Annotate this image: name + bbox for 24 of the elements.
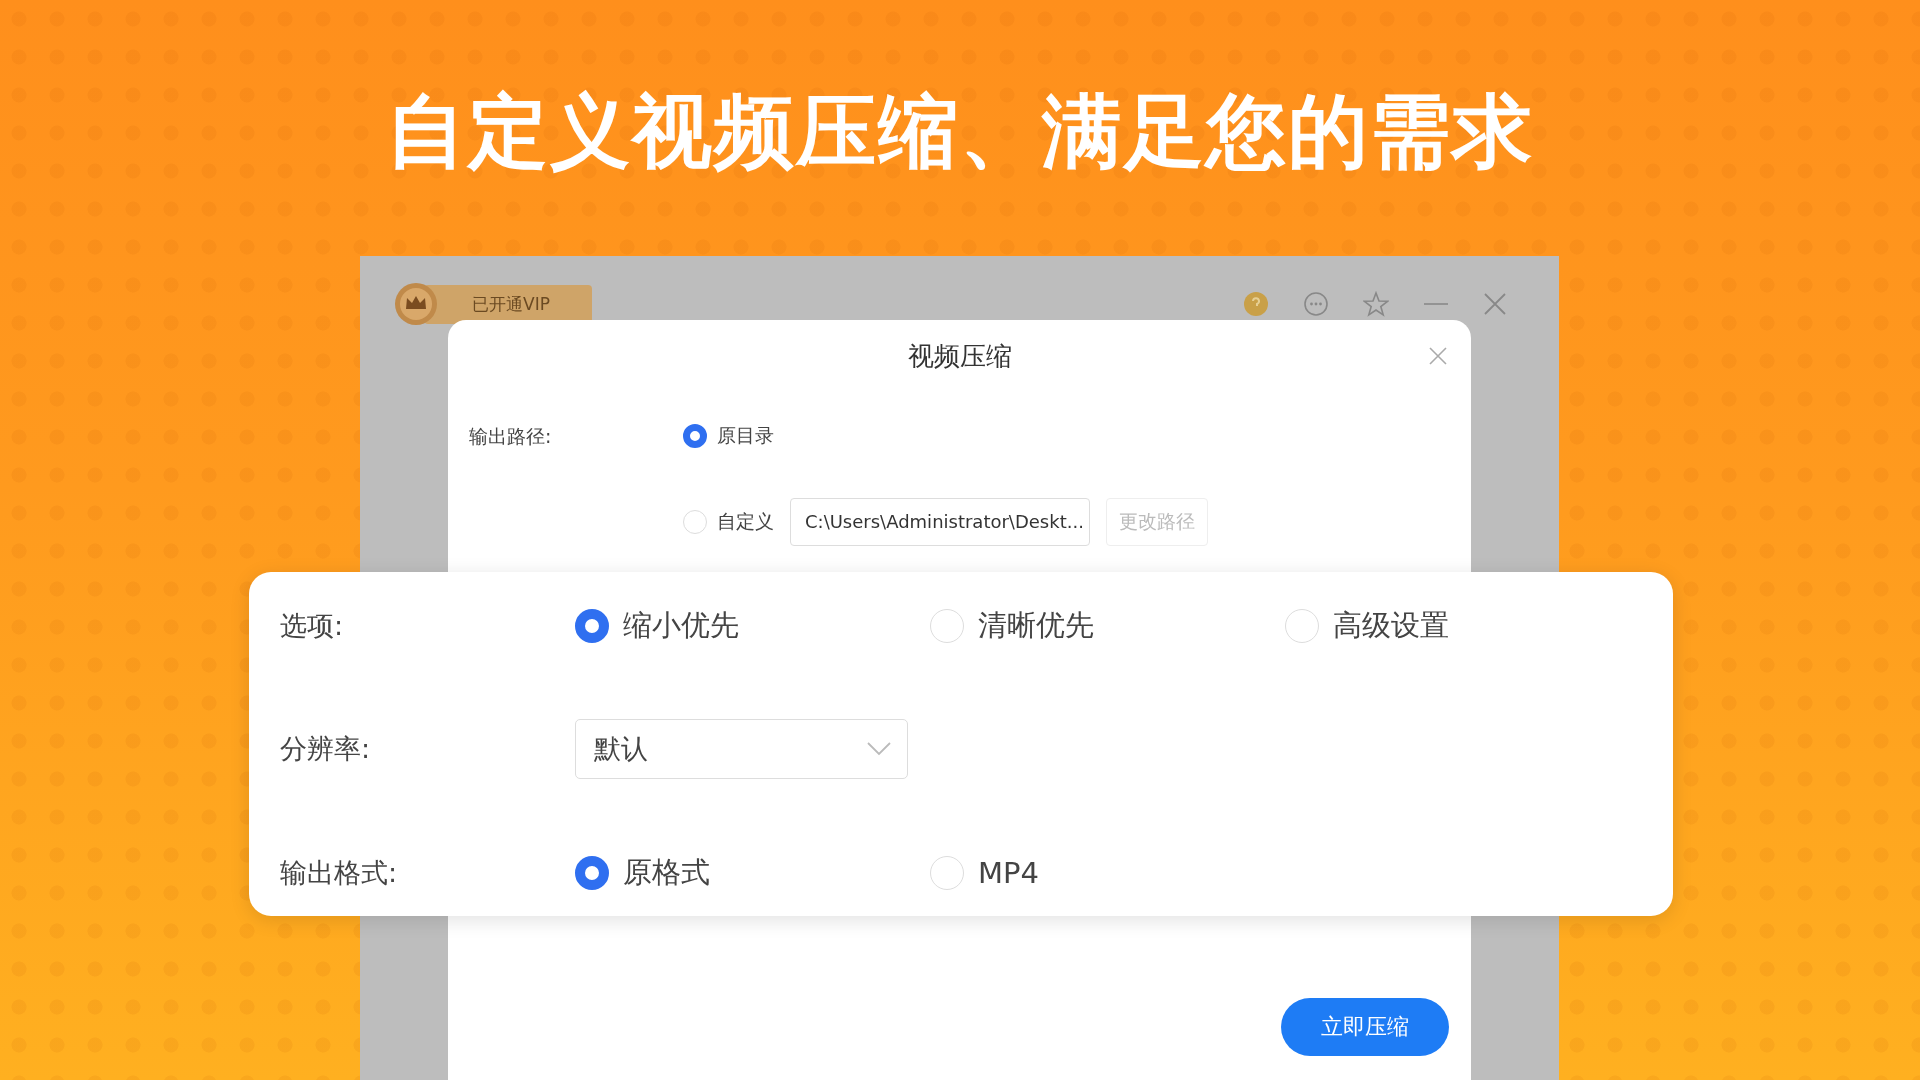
- compress-button[interactable]: 立即压缩: [1281, 998, 1449, 1056]
- star-icon[interactable]: [1363, 291, 1389, 317]
- headline: 自定义视频压缩、满足您的需求: [385, 84, 1535, 180]
- close-icon[interactable]: [1483, 292, 1507, 316]
- radio-option[interactable]: 原格式: [575, 853, 930, 893]
- chevron-icon: [867, 742, 891, 756]
- radio-option[interactable]: 清晰优先: [930, 606, 1285, 646]
- help-icon[interactable]: [1243, 291, 1269, 317]
- close-icon[interactable]: [1429, 347, 1447, 365]
- radio-option[interactable]: 缩小优先: [575, 606, 930, 646]
- field-label: 选项:: [280, 609, 345, 643]
- field-label: 输出格式:: [280, 856, 399, 890]
- radio-option[interactable]: 自定义: [683, 509, 774, 535]
- dialog-title: 视频压缩: [907, 341, 1012, 371]
- more-icon[interactable]: [1303, 291, 1329, 317]
- radio-option[interactable]: 高级设置: [1285, 606, 1640, 646]
- minimize-icon[interactable]: [1423, 302, 1449, 306]
- field-label: 输出路径:: [469, 424, 553, 449]
- path-field[interactable]: C:\Users\Administrator\Deskt...: [790, 498, 1090, 546]
- crown-icon: [394, 282, 438, 326]
- resolution-dropdown[interactable]: 默认: [575, 719, 908, 779]
- radio-option[interactable]: 原目录: [683, 423, 774, 449]
- field-label: 分辨率:: [280, 732, 372, 766]
- radio-option[interactable]: MP4: [930, 853, 1285, 893]
